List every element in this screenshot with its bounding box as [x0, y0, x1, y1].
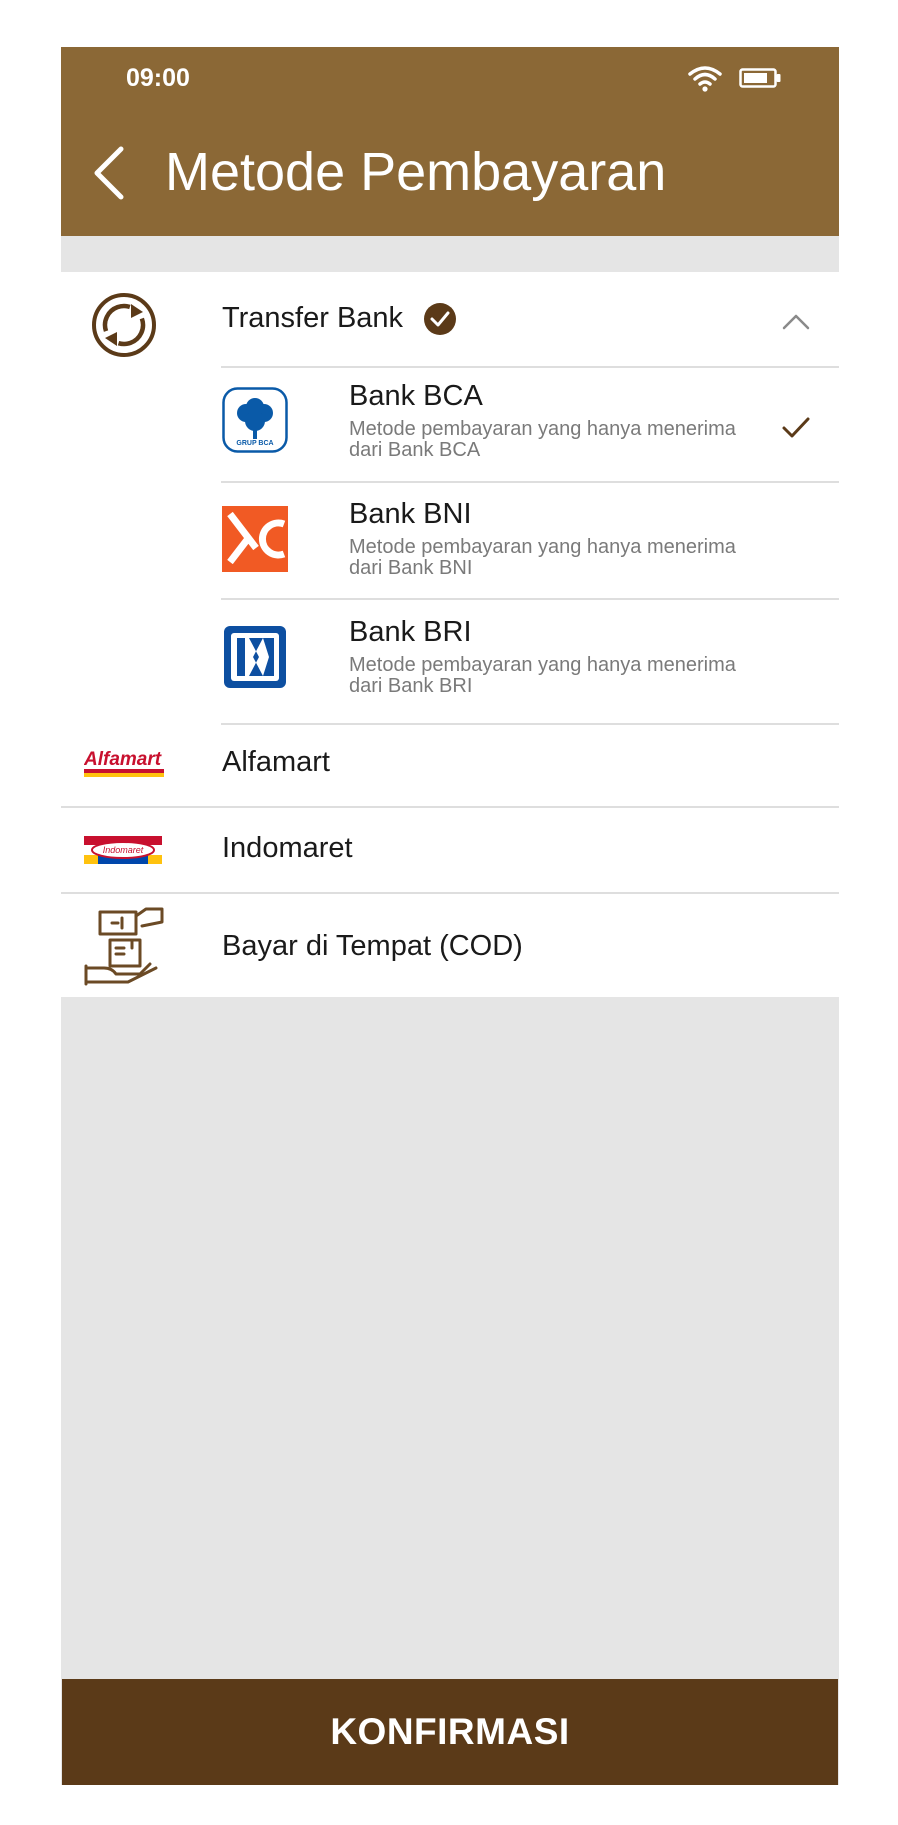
wifi-icon [688, 66, 722, 92]
indomaret-logo: Indomaret [84, 836, 162, 864]
method-cod[interactable]: Bayar di Tempat (COD) [61, 894, 839, 997]
bni-logo [222, 506, 288, 572]
phone-screen: 09:00 Metode Pembayaran Transfer Bank GR… [61, 47, 839, 1785]
selected-check-icon [424, 303, 456, 335]
bank-name: Bank BRI [349, 616, 472, 648]
indomaret-label: Indomaret [222, 832, 353, 864]
cash-on-delivery-icon [84, 907, 164, 986]
payment-method-list: Transfer Bank GRUP BCA Bank BCA Metode p… [61, 272, 839, 997]
chevron-up-icon[interactable] [781, 312, 811, 330]
alfamart-label: Alfamart [222, 746, 330, 778]
indomaret-logo-text: Indomaret [103, 845, 144, 855]
bank-description: Metode pembayaran yang hanya menerima da… [349, 655, 779, 697]
bank-description-line: Metode pembayaran yang hanya menerima [349, 418, 736, 440]
bca-logo: GRUP BCA [222, 387, 288, 453]
bank-description-line: dari Bank BCA [349, 439, 481, 461]
method-indomaret[interactable]: Indomaret Indomaret [61, 808, 839, 893]
method-alfamart[interactable]: Alfamart Alfamart [61, 725, 839, 807]
page-title: Metode Pembayaran [165, 142, 667, 202]
bca-logo-text: GRUP BCA [236, 440, 273, 447]
bank-name: Bank BNI [349, 498, 472, 530]
status-time: 09:00 [126, 64, 190, 92]
back-arrow-icon[interactable] [89, 145, 129, 201]
transfer-icon [92, 293, 156, 357]
bank-option-bri[interactable]: Bank BRI Metode pembayaran yang hanya me… [61, 600, 839, 724]
bank-description-line: dari Bank BNI [349, 557, 473, 579]
bank-description-line: dari Bank BRI [349, 675, 473, 697]
transfer-bank-label: Transfer Bank [222, 302, 404, 334]
confirm-button[interactable]: KONFIRMASI [62, 1679, 838, 1785]
alfamart-logo: Alfamart [84, 749, 164, 777]
bank-description: Metode pembayaran yang hanya menerima da… [349, 537, 779, 579]
bank-description-line: Metode pembayaran yang hanya menerima [349, 536, 736, 558]
cod-label: Bayar di Tempat (COD) [222, 930, 523, 962]
app-header: 09:00 Metode Pembayaran [61, 47, 839, 236]
battery-icon [739, 68, 781, 88]
bank-name: Bank BCA [349, 380, 483, 412]
bank-option-bni[interactable]: Bank BNI Metode pembayaran yang hanya me… [61, 483, 839, 599]
bank-description: Metode pembayaran yang hanya menerima da… [349, 419, 779, 461]
checkmark-icon [782, 417, 810, 438]
bank-description-line: Metode pembayaran yang hanya menerima [349, 654, 736, 676]
alfamart-logo-text: Alfamart [84, 749, 162, 770]
bank-option-bca[interactable]: GRUP BCA Bank BCA Metode pembayaran yang… [61, 368, 839, 482]
transfer-bank-header[interactable]: Transfer Bank [61, 272, 839, 367]
bri-logo [224, 626, 286, 688]
